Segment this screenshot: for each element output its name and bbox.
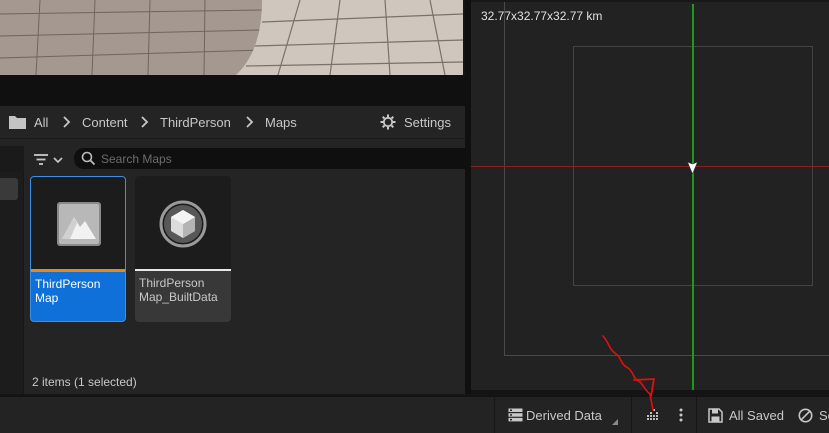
- items-count: 2 items (1 selected): [32, 375, 137, 389]
- derived-data-icon: [508, 408, 523, 422]
- search-box[interactable]: [74, 148, 465, 169]
- sources-panel-collapsed: [0, 146, 24, 394]
- breadcrumb-maps[interactable]: Maps: [265, 115, 297, 130]
- all-saved-button[interactable]: All Saved: [702, 402, 792, 428]
- asset-name: ThirdPerson Map_BuiltData: [139, 276, 218, 304]
- save-icon: [708, 408, 723, 423]
- status-bar: Derived Data All Saved So: [0, 396, 829, 433]
- chevron-right-icon: [63, 116, 71, 128]
- all-saved-label: All Saved: [729, 408, 784, 423]
- chevron-right-icon: [246, 116, 254, 128]
- breadcrumb-all[interactable]: All: [34, 115, 48, 130]
- settings-label: Settings: [404, 115, 451, 130]
- world-scale-readout: 32.77x32.77x32.77 km: [481, 9, 603, 23]
- status-separator: [631, 397, 632, 433]
- asset-name: ThirdPerson Map: [35, 277, 101, 305]
- path-bar: All Content ThirdPerson Maps Settings: [0, 106, 465, 139]
- sources-header: [0, 146, 24, 172]
- asset-type-bar: [135, 269, 231, 271]
- derived-data-label: Derived Data: [526, 408, 602, 423]
- kebab-menu-icon: [679, 408, 683, 422]
- breadcrumb-content[interactable]: Content: [82, 115, 128, 130]
- breadcrumb-thirdperson[interactable]: ThirdPerson: [160, 115, 231, 130]
- status-separator: [494, 397, 495, 433]
- source-control-label: Source Control: [819, 408, 829, 423]
- filter-button[interactable]: [30, 150, 66, 170]
- viewport-footer: [0, 75, 465, 106]
- dropdown-corner-icon: [612, 419, 618, 425]
- source-control-disabled-icon: [798, 408, 813, 423]
- camera-location-icon: [687, 161, 698, 174]
- settings-button[interactable]: Settings: [376, 110, 458, 134]
- cache-status-button[interactable]: [638, 403, 666, 427]
- asset-tile-thirdperson-map-builtdata[interactable]: ThirdPerson Map_BuiltData: [135, 176, 231, 322]
- viewport-scene: [0, 0, 463, 75]
- source-control-button[interactable]: Source Control: [794, 402, 829, 428]
- content-browser: All Content ThirdPerson Maps Settings Se…: [0, 106, 465, 394]
- asset-tile-thirdperson-map[interactable]: ThirdPerson Map: [30, 176, 126, 322]
- asset-thumbnail: [31, 177, 125, 269]
- cache-activity-icon: [647, 409, 658, 420]
- asset-thumbnail: [135, 176, 231, 269]
- built-data-icon: [159, 200, 207, 248]
- chevron-right-icon: [141, 116, 149, 128]
- search-icon: [81, 151, 96, 166]
- x-axis-line: [471, 166, 829, 167]
- y-axis-line: [692, 4, 694, 390]
- world-partition-view[interactable]: 32.77x32.77x32.77 km: [471, 0, 829, 396]
- derived-data-button[interactable]: Derived Data: [500, 402, 625, 428]
- asset-type-bar: [31, 269, 125, 272]
- sources-selected-folder[interactable]: [0, 178, 18, 200]
- level-map-icon: [57, 202, 101, 246]
- more-options-button[interactable]: [672, 403, 690, 427]
- filter-icon: [34, 154, 63, 165]
- search-input[interactable]: [101, 150, 451, 167]
- folder-icon: [9, 116, 26, 129]
- status-separator: [696, 397, 697, 433]
- level-viewport-preview[interactable]: [0, 0, 463, 75]
- gear-icon: [380, 114, 396, 130]
